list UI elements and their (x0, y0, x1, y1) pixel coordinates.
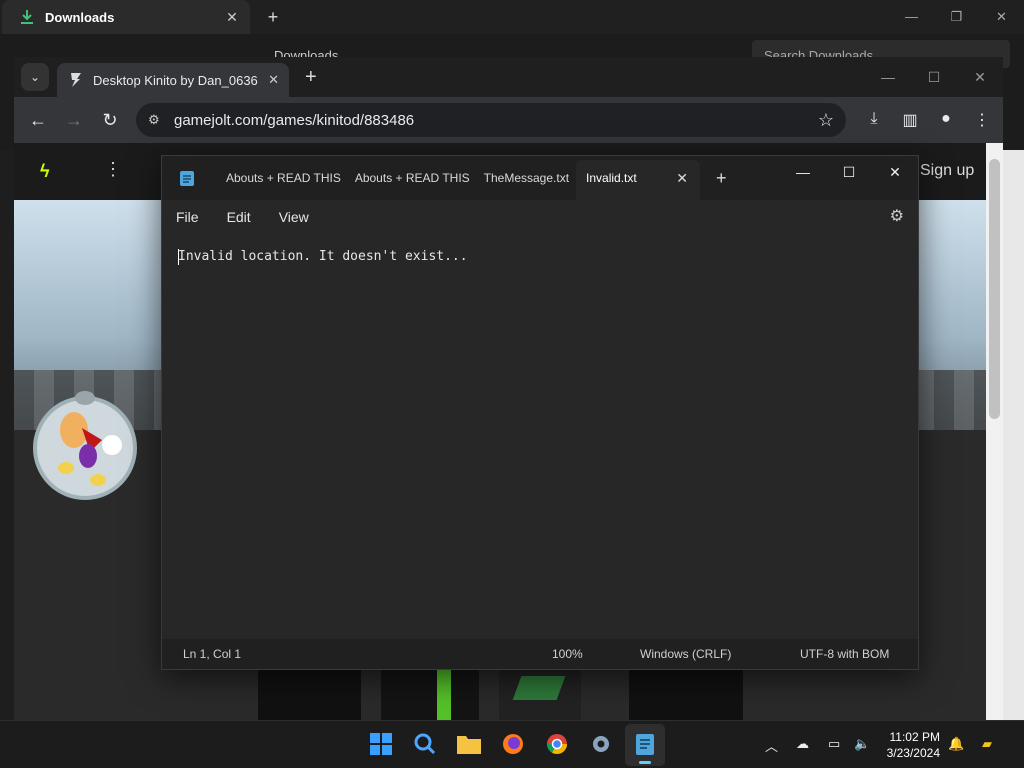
clock-date: 3/23/2024 (886, 746, 940, 760)
menu-view[interactable]: View (271, 209, 317, 225)
new-tab-button[interactable]: + (258, 7, 288, 28)
line-ending[interactable]: Windows (CRLF) (640, 647, 731, 661)
page-scrollbar[interactable] (986, 143, 1003, 720)
search-button[interactable] (411, 730, 439, 758)
settings-gear-icon (593, 736, 609, 752)
explorer-tab[interactable]: Downloads ✕ (2, 0, 250, 34)
tab-abouts-1[interactable]: Abouts + READ THIS (219, 156, 348, 200)
chrome-button[interactable] (543, 730, 571, 758)
tab-themessage[interactable]: TheMessage.txt (477, 156, 576, 200)
chrome-icon (547, 734, 567, 754)
chrome-tab[interactable]: Desktop Kinito by Dan_0636 - G ✕ (57, 63, 289, 97)
close-icon[interactable]: ✕ (218, 9, 246, 26)
minimize-button[interactable]: — (889, 9, 934, 25)
settings-gear-icon[interactable]: ⚙ (890, 206, 904, 226)
zoom-level[interactable]: 100% (552, 647, 583, 661)
downloads-icon[interactable]: ⤓ (856, 110, 892, 130)
settings-button[interactable] (587, 730, 615, 758)
windows-icon (370, 733, 392, 755)
close-button[interactable]: ✕ (957, 69, 1003, 86)
new-tab-button[interactable]: + (716, 168, 727, 189)
back-button[interactable]: ← (20, 110, 56, 131)
menu-icon[interactable]: ⋮ (964, 110, 1000, 130)
game-thumbnail[interactable] (258, 668, 361, 720)
clock[interactable]: 11:02 PM 3/23/2024 (876, 729, 940, 761)
game-thumbnail[interactable] (381, 668, 479, 720)
tab-invalid-label: Invalid.txt (586, 171, 637, 185)
cursor-position: Ln 1, Col 1 (183, 647, 242, 661)
close-button[interactable]: ✕ (979, 9, 1024, 25)
menu-edit[interactable]: Edit (219, 209, 259, 225)
minimize-button[interactable]: — (780, 156, 826, 188)
notepad-icon (636, 734, 654, 755)
notepad-button[interactable] (631, 730, 659, 758)
firefox-button[interactable] (499, 730, 527, 758)
explorer-tab-title: Downloads (45, 9, 115, 25)
game-thumbnail[interactable] (499, 668, 581, 720)
explorer-sidebar (0, 150, 14, 720)
file-explorer-button[interactable] (455, 730, 483, 758)
taskbar: ︿ ☁ ▭ 🔈 🔔 ▰ 11:02 PM 3/23/2024 (0, 720, 1024, 768)
text-editor[interactable]: Invalid location. It doesn't exist... (162, 233, 918, 641)
desktop-character-image[interactable] (32, 390, 138, 500)
close-icon[interactable]: ✕ (676, 160, 688, 196)
reload-button[interactable]: ↻ (92, 110, 128, 131)
status-bar: Ln 1, Col 1 100% Windows (CRLF) UTF-8 wi… (162, 639, 918, 669)
notification-bell-icon[interactable]: 🔔 (948, 736, 964, 752)
site-info-icon[interactable]: ⚙ (148, 112, 168, 128)
explorer-pane (1003, 150, 1024, 720)
tab-search-button[interactable]: ⌄ (21, 63, 49, 91)
onedrive-icon[interactable]: ☁ (796, 736, 809, 752)
notepad-tabbar: Abouts + READ THIS Abouts + READ THIS Th… (162, 156, 918, 200)
volume-icon[interactable]: 🔈 (854, 736, 870, 752)
start-button[interactable] (367, 730, 395, 758)
menu-file[interactable]: File (168, 209, 207, 225)
minimize-button[interactable]: — (865, 69, 911, 86)
address-bar[interactable]: ⚙ gamejolt.com/games/kinitod/883486 ☆ (136, 103, 846, 137)
more-icon[interactable]: ⋮ (104, 159, 122, 180)
bookmark-star-icon[interactable]: ☆ (818, 110, 834, 131)
forward-button[interactable]: → (56, 110, 92, 131)
close-button[interactable]: ✕ (872, 156, 918, 188)
gamejolt-logo-icon[interactable]: ϟ (40, 161, 50, 182)
chrome-toolbar: ← → ↻ ⚙ gamejolt.com/games/kinitod/88348… (14, 97, 1003, 143)
chevron-up-icon[interactable]: ︿ (765, 736, 778, 755)
profile-icon[interactable]: ● (928, 110, 964, 130)
maximize-button[interactable]: ☐ (911, 69, 957, 86)
tab-abouts-2[interactable]: Abouts + READ THIS (348, 156, 477, 200)
explorer-titlebar: Downloads ✕ + — ❐ ✕ (0, 0, 1024, 34)
gamejolt-icon (71, 73, 81, 87)
editor-content[interactable]: Invalid location. It doesn't exist... (178, 249, 468, 265)
firefox-icon (503, 734, 523, 754)
search-icon (414, 733, 436, 755)
copilot-icon[interactable]: ▰ (982, 736, 992, 752)
chrome-tabbar: ⌄ Desktop Kinito by Dan_0636 - G ✕ + — ☐… (14, 57, 1003, 97)
network-icon[interactable]: ▭ (828, 736, 840, 752)
tab-invalid[interactable]: Invalid.txt ✕ (576, 160, 701, 200)
notepad-window: Abouts + READ THIS Abouts + READ THIS Th… (161, 155, 919, 670)
new-tab-button[interactable]: + (305, 66, 317, 89)
clock-time: 11:02 PM (889, 730, 940, 744)
folder-icon (457, 736, 481, 754)
restore-button[interactable]: ❐ (934, 9, 979, 25)
chrome-tab-title: Desktop Kinito by Dan_0636 - G (93, 72, 263, 88)
close-icon[interactable]: ✕ (268, 72, 279, 88)
encoding[interactable]: UTF-8 with BOM (800, 647, 889, 661)
side-panel-icon[interactable]: ▥ (892, 110, 928, 130)
sign-up-link[interactable]: Sign up (920, 162, 974, 180)
notepad-icon (180, 171, 194, 186)
url-text[interactable]: gamejolt.com/games/kinitod/883486 (174, 112, 818, 129)
notepad-menubar: File Edit View ⚙ (162, 200, 918, 233)
maximize-button[interactable]: ☐ (826, 156, 872, 188)
download-icon (21, 10, 33, 24)
game-thumbnail[interactable] (629, 668, 743, 720)
